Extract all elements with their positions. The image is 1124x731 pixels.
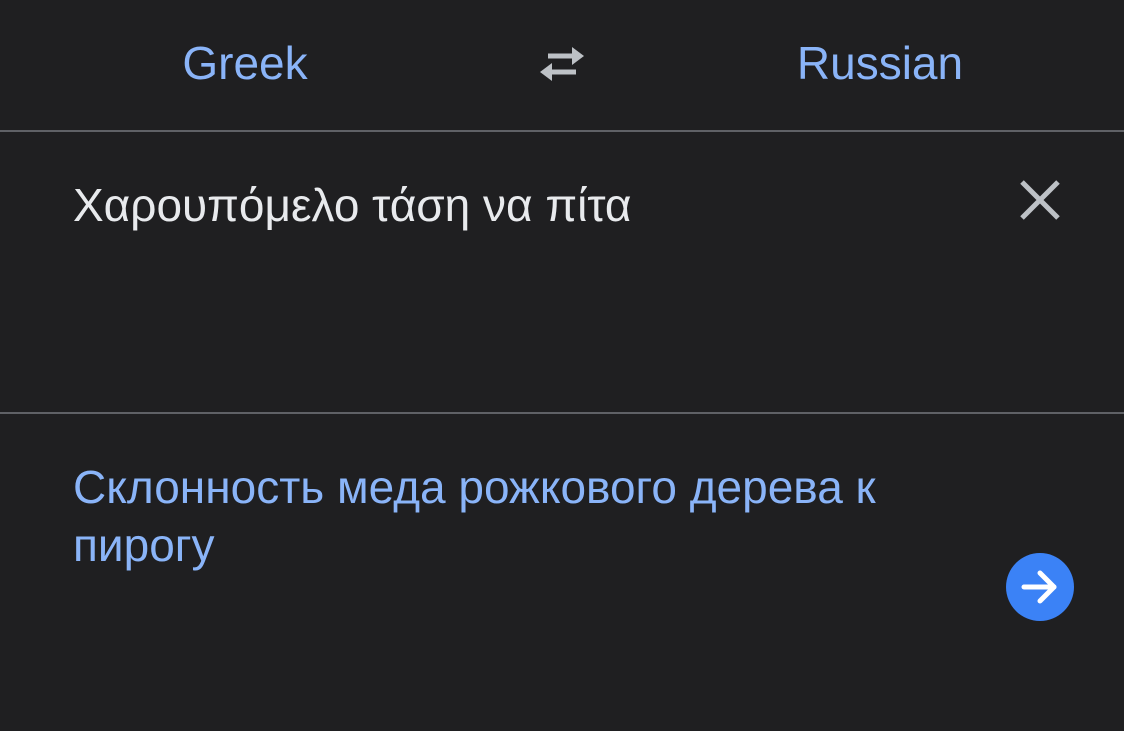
translation-text: Склонность меда рожкового дерева к пирог… [73, 461, 876, 571]
target-language-button[interactable]: Russian [740, 32, 1020, 94]
swap-arrows-icon [540, 47, 584, 81]
close-icon [1020, 180, 1060, 220]
source-language-label: Greek [182, 37, 308, 89]
clear-button[interactable] [1010, 170, 1070, 230]
arrow-right-icon [1021, 570, 1057, 604]
open-translation-button[interactable] [1006, 553, 1074, 621]
source-text[interactable]: Χαρουπόμελο τάση να πίτα [73, 180, 973, 230]
target-language-label: Russian [796, 37, 964, 89]
language-bar: Greek Russian [0, 0, 1124, 131]
source-input-area[interactable]: Χαρουπόμελο τάση να πίτα [0, 132, 1124, 412]
swap-languages-button[interactable] [528, 38, 596, 90]
source-language-button[interactable]: Greek [120, 32, 370, 94]
translation-area: Склонность меда рожкового дерева к пирог… [0, 414, 1124, 731]
